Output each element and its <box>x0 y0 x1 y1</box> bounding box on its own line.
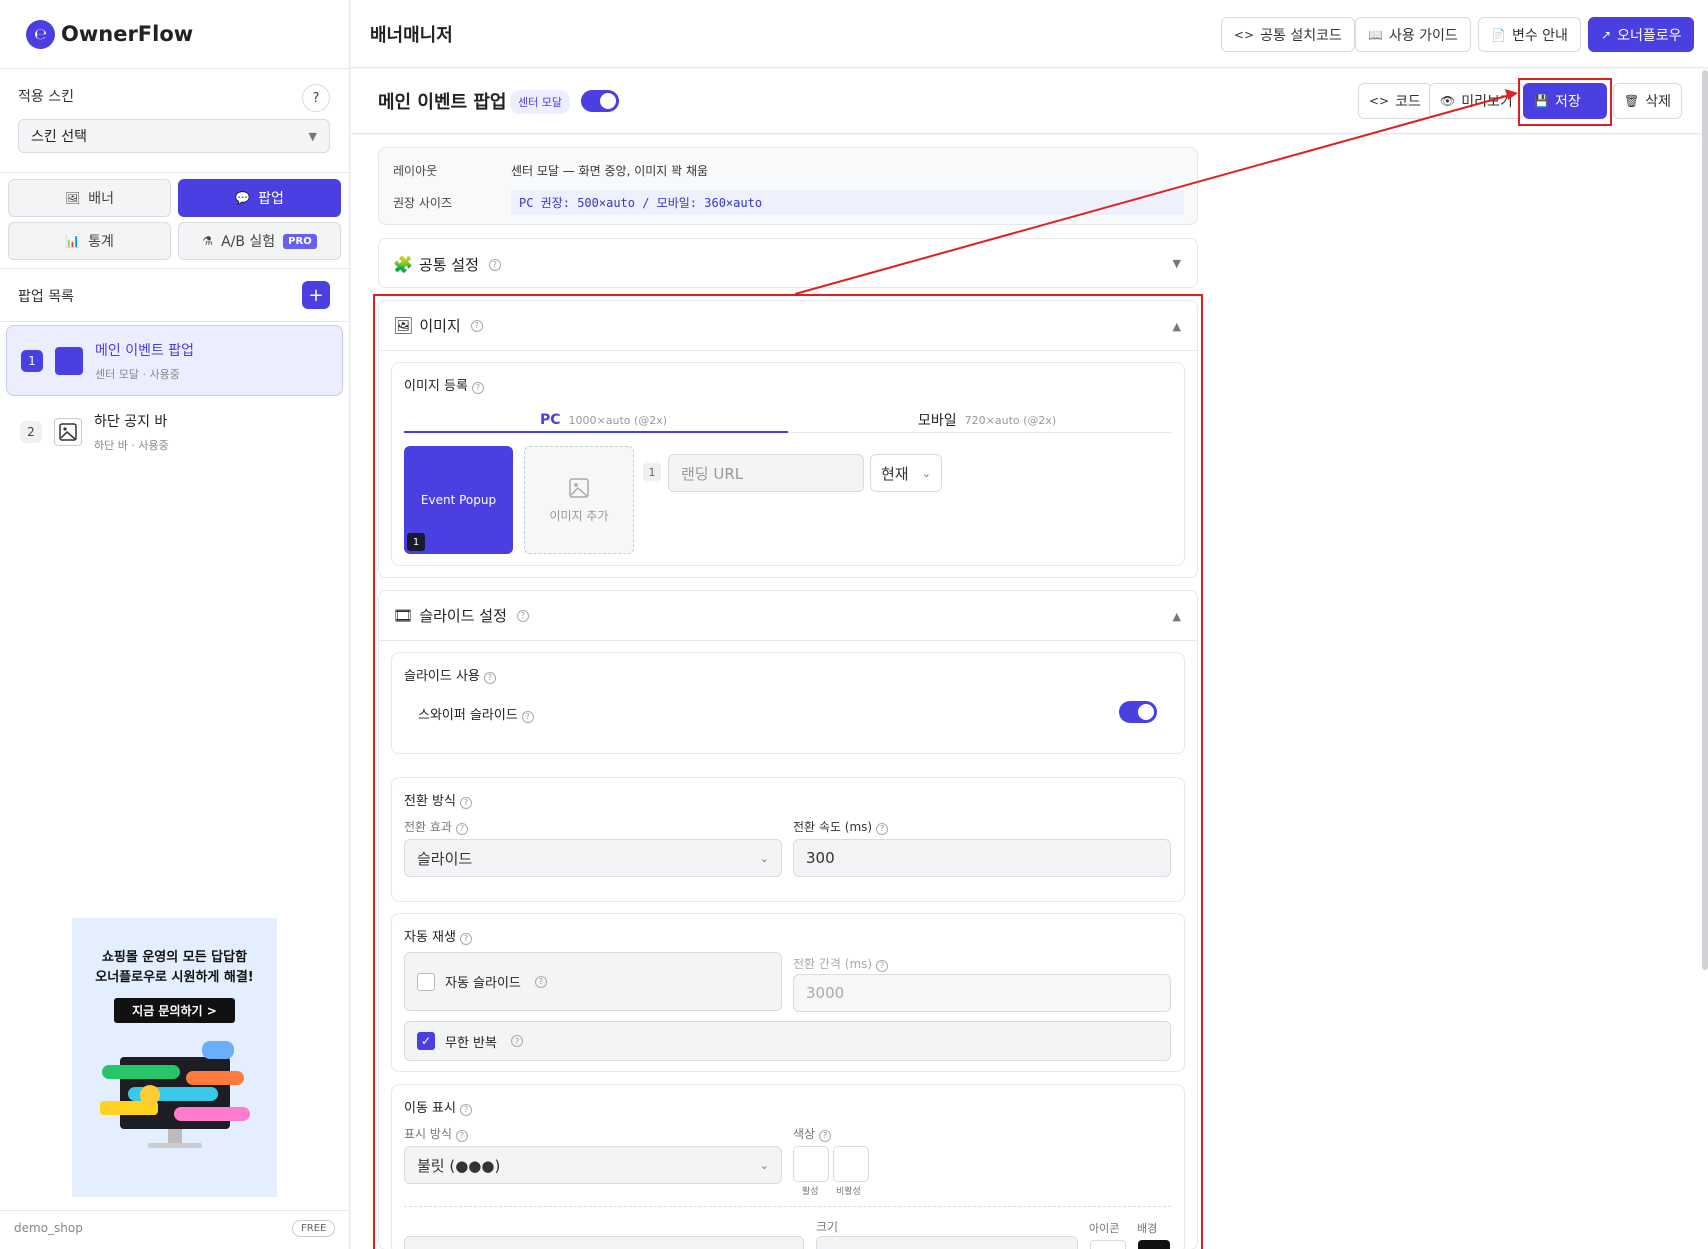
image-icon: 🖼 <box>65 191 81 205</box>
topbar: 배너매니저 <> 공통 설치코드 📖 사용 가이드 📄 변수 안내 ↗ 오너플로… <box>351 0 1708 68</box>
install-code-button[interactable]: <> 공통 설치코드 <box>1221 17 1355 52</box>
page-title: 배너매니저 <box>370 25 453 46</box>
chevron-down-icon: ▼ <box>1172 257 1181 270</box>
ownerflow-label: 오너플로우 <box>1617 27 1682 44</box>
popup-editor-header: 메인 이벤트 팝업 센터 모달 <> 코드 👁 미리보기 💾 저장 🗑 삭제 <box>351 69 1708 134</box>
size-row: 권장 사이즈 PC 권장: 500×auto / 모바일: 360×auto <box>393 190 1184 215</box>
help-button[interactable]: ? <box>302 84 330 112</box>
item-subtitle: 하단 바 · 사용중 <box>94 438 169 452</box>
popup-active-toggle[interactable] <box>581 90 619 112</box>
nav-popup-label: 팝업 <box>258 191 284 207</box>
scrollbar[interactable] <box>1702 70 1708 970</box>
user-guide-label: 사용 가이드 <box>1388 27 1458 44</box>
save-highlight-box <box>1518 78 1612 126</box>
document-icon: 📄 <box>1491 27 1506 42</box>
skin-label: 적용 스킨 <box>18 89 74 105</box>
code-button[interactable]: <> 코드 <box>1358 83 1432 119</box>
item-number: 1 <box>21 349 43 372</box>
help-icon: ? <box>488 258 501 271</box>
layout-row: 레이아웃 센터 모달 — 화면 중앙, 이미지 꽉 채움 <box>393 162 708 179</box>
skin-select-value: 스킨 선택 <box>31 129 87 145</box>
puzzle-icon: 🧩 <box>393 255 413 274</box>
user-guide-button[interactable]: 📖 사용 가이드 <box>1355 17 1471 52</box>
brand-name: OwnerFlow <box>61 22 194 46</box>
book-icon: 📖 <box>1368 27 1383 42</box>
trash-icon: 🗑 <box>1624 94 1640 108</box>
layout-label: 레이아웃 <box>393 164 438 178</box>
nav-ab-label: A/B 실험 <box>221 234 276 250</box>
section-title: 공통 설정 <box>418 256 479 274</box>
sidebar: ℮ OwnerFlow 적용 스킨 ? 스킨 선택 ▼ 🖼 배너 💬 팝업 📊 … <box>0 0 350 1249</box>
popup-list-item[interactable]: 2 하단 공지 바 하단 바 · 사용중 <box>6 396 343 467</box>
promo-ad[interactable]: 쇼핑몰 운영의 모든 답답함 오너플로우로 시원하게 해결! 지금 문의하기 > <box>72 918 277 1197</box>
popup-list-title: 팝업 목록 <box>18 289 74 305</box>
preview-label: 미리보기 <box>1461 94 1513 110</box>
ownerflow-logo-icon: ℮ <box>26 19 55 49</box>
add-popup-button[interactable]: + <box>302 281 330 309</box>
item-subtitle: 센터 모달 · 사용중 <box>95 367 180 381</box>
ad-cta-button[interactable]: 지금 문의하기 > <box>114 998 235 1023</box>
content-highlight-box <box>373 294 1203 1249</box>
skin-select[interactable]: 스킨 선택 ▼ <box>18 119 330 153</box>
code-icon: <> <box>1369 94 1390 108</box>
bar-chart-icon: 📊 <box>65 234 81 248</box>
code-icon: <> <box>1234 27 1255 42</box>
common-settings-section[interactable]: 🧩 공통 설정 ? ▼ <box>378 238 1198 288</box>
nav-banner-label: 배너 <box>88 191 114 207</box>
code-label: 코드 <box>1395 94 1421 110</box>
brand-logo[interactable]: ℮ OwnerFlow <box>26 18 193 50</box>
size-label: 권장 사이즈 <box>393 196 453 210</box>
shop-id: demo_shop <box>14 1221 83 1235</box>
nav-stats-label: 통계 <box>88 234 114 250</box>
divider <box>0 172 350 173</box>
size-value: PC 권장: 500×auto / 모바일: 360×auto <box>511 190 1184 215</box>
item-title: 메인 이벤트 팝업 <box>95 342 195 359</box>
preview-button[interactable]: 👁 미리보기 <box>1429 83 1524 119</box>
divider <box>0 268 350 269</box>
section-header: 🧩 공통 설정 ? <box>393 254 501 275</box>
delete-label: 삭제 <box>1645 94 1671 110</box>
variables-label: 변수 안내 <box>1511 27 1568 44</box>
nav-stats-button[interactable]: 📊 통계 <box>8 222 171 260</box>
variables-button[interactable]: 📄 변수 안내 <box>1478 17 1581 52</box>
mode-badge: 센터 모달 <box>510 90 570 114</box>
external-link-icon: ↗ <box>1601 27 1612 42</box>
divider <box>0 1210 350 1211</box>
eye-icon: 👁 <box>1440 94 1456 108</box>
nav-banner-button[interactable]: 🖼 배너 <box>8 179 171 217</box>
layout-info-card: 레이아웃 센터 모달 — 화면 중앙, 이미지 꽉 채움 권장 사이즈 PC 권… <box>378 147 1198 225</box>
plan-badge: FREE <box>292 1220 336 1237</box>
delete-button[interactable]: 🗑 삭제 <box>1613 83 1682 119</box>
flask-icon: ⚗ <box>202 234 214 248</box>
popup-name: 메인 이벤트 팝업 <box>378 92 507 113</box>
pro-badge: PRO <box>283 233 317 249</box>
install-code-label: 공통 설치코드 <box>1260 27 1342 44</box>
chevron-down-icon: ▼ <box>308 129 317 143</box>
item-title: 하단 공지 바 <box>94 413 168 430</box>
item-number: 2 <box>20 420 42 443</box>
nav-popup-button[interactable]: 💬 팝업 <box>178 179 341 217</box>
monitor-illustration <box>99 1041 250 1148</box>
popup-thumbnail <box>55 346 83 375</box>
chat-icon: 💬 <box>235 191 251 205</box>
ad-line-2: 오너플로우로 시원하게 해결! <box>95 970 254 985</box>
divider <box>0 68 350 69</box>
divider <box>0 321 350 322</box>
layout-value: 센터 모달 — 화면 중앙, 이미지 꽉 채움 <box>511 164 709 178</box>
ad-line-1: 쇼핑몰 운영의 모든 답답함 <box>101 950 248 965</box>
image-placeholder-icon <box>54 417 82 446</box>
popup-list-item[interactable]: 1 메인 이벤트 팝업 센터 모달 · 사용중 <box>6 325 343 396</box>
ownerflow-link-button[interactable]: ↗ 오너플로우 <box>1588 17 1695 52</box>
nav-ab-button[interactable]: ⚗ A/B 실험 PRO <box>178 222 341 260</box>
